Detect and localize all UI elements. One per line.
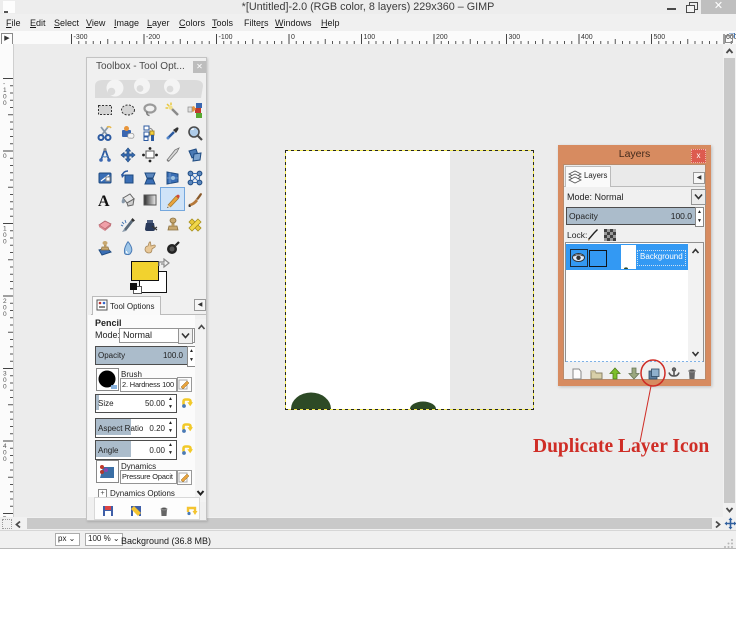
svg-text:0: 0 — [3, 456, 7, 463]
svg-text:-100: -100 — [219, 34, 233, 41]
svg-text:-200: -200 — [146, 34, 160, 41]
svg-text:0: 0 — [3, 239, 7, 246]
svg-text:0: 0 — [3, 153, 7, 160]
svg-text:0: 0 — [3, 100, 7, 107]
svg-text:0: 0 — [291, 34, 295, 41]
svg-text:200: 200 — [436, 34, 448, 41]
svg-text:400: 400 — [581, 34, 593, 41]
svg-text:5: 5 — [3, 516, 7, 518]
svg-text:A: A — [98, 193, 110, 208]
svg-text:100: 100 — [364, 34, 376, 41]
svg-text:-300: -300 — [74, 34, 88, 41]
svg-text:300: 300 — [509, 34, 521, 41]
svg-text:0: 0 — [3, 384, 7, 391]
svg-text:500: 500 — [654, 34, 666, 41]
svg-text:0: 0 — [3, 311, 7, 318]
